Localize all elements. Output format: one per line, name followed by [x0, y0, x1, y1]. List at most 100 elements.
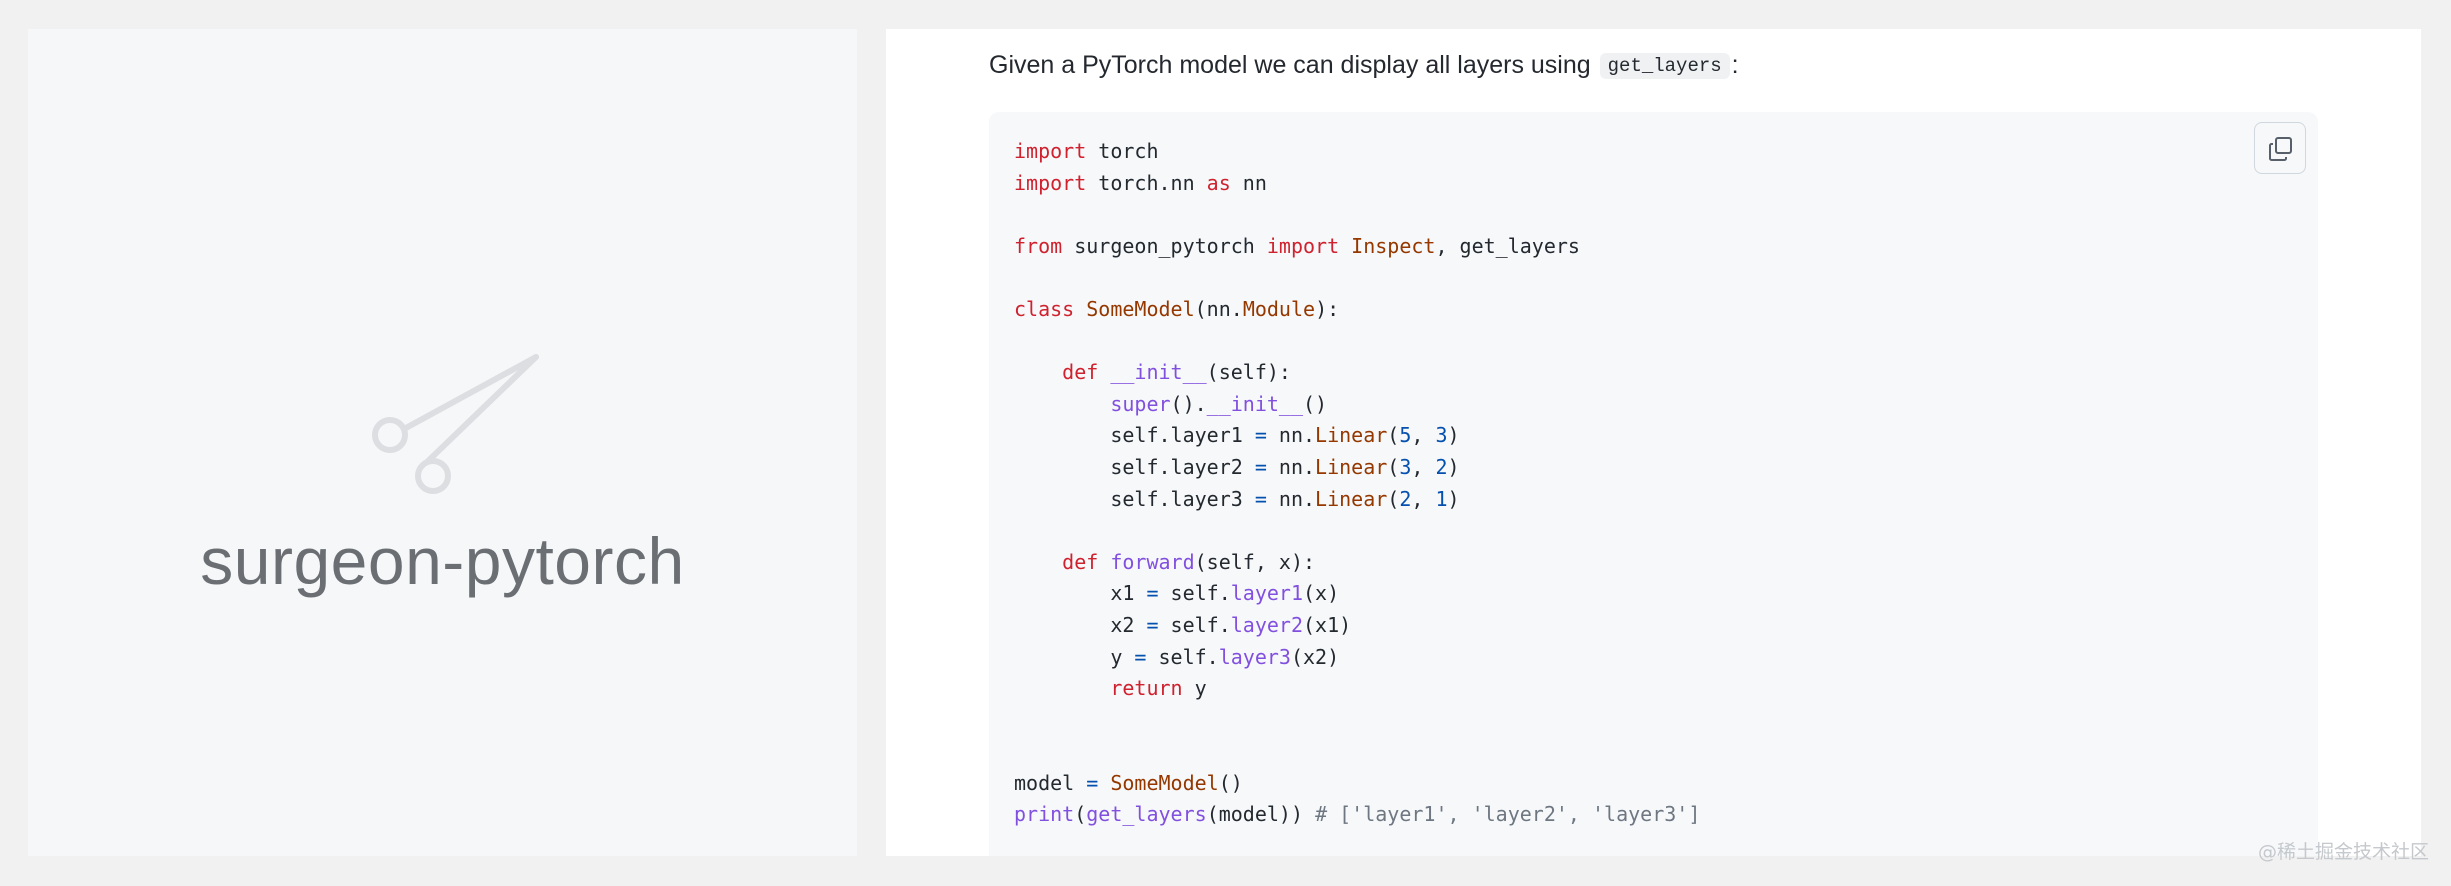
code-token: return [1110, 676, 1183, 701]
code-token: self.layer3 [1014, 486, 1255, 511]
code-token: , [1411, 486, 1436, 511]
code-token: () [1218, 770, 1243, 795]
code-token: , [1411, 454, 1436, 479]
code-token: ( [1387, 423, 1400, 448]
code-token: torch.nn [1086, 170, 1207, 195]
intro-text: Given a PyTorch model we can display all… [989, 51, 1591, 79]
code-token: self.layer2 [1014, 454, 1255, 479]
code-line: import torch [1014, 136, 1700, 168]
code-token: (nn. [1194, 296, 1243, 321]
code-token: __init__ [1110, 360, 1207, 385]
code-token: () [1303, 391, 1328, 416]
code-token: surgeon_pytorch [1062, 233, 1267, 258]
inline-code-get-layers: get_layers [1599, 53, 1730, 79]
code-token: class [1014, 296, 1075, 321]
code-token: = [1254, 486, 1267, 511]
code-token: 2 [1435, 454, 1448, 479]
copy-button[interactable] [2254, 122, 2306, 174]
code-line: self.layer3 = nn.Linear(2, 1) [1014, 484, 1700, 516]
code-token: import [1014, 170, 1087, 195]
code-block: import torch import torch.nn as nn from s… [989, 112, 2318, 856]
code-token: def [1062, 360, 1099, 385]
code-token: super [1110, 391, 1171, 416]
code-token: layer3 [1218, 644, 1291, 669]
code-token: nn. [1266, 423, 1316, 448]
code-token: y [1182, 676, 1207, 701]
code-line: x1 = self.layer1(x) [1014, 578, 1700, 610]
code-token: forward [1110, 549, 1195, 574]
code-line: model = SomeModel() [1014, 768, 1700, 800]
code-line: self.layer1 = nn.Linear(5, 3) [1014, 420, 1700, 452]
code-token: = [1254, 454, 1267, 479]
code-line: self.layer2 = nn.Linear(3, 2) [1014, 452, 1700, 484]
code-token: 5 [1399, 423, 1412, 448]
code-token: ( [1074, 802, 1087, 827]
code-token: import [1266, 233, 1340, 258]
code-token: (self, x): [1194, 549, 1316, 574]
code-line: return y [1014, 673, 1700, 705]
code-token: import [1014, 139, 1087, 163]
code-token: Inspect [1351, 233, 1436, 258]
code-token: ( [1387, 454, 1400, 479]
code-line: print(get_layers(model)) # ['layer1', 'l… [1014, 799, 1700, 831]
code-token: print [1014, 802, 1075, 827]
code-token: model [1014, 770, 1087, 795]
code-token: Linear [1315, 486, 1388, 511]
code-token: x2 [1014, 612, 1147, 637]
code-token: 3 [1435, 423, 1448, 448]
code-token: self.layer1 [1014, 423, 1255, 448]
code-token: = [1146, 612, 1159, 637]
code-token: , get_layers [1435, 233, 1580, 258]
code-token: Module [1242, 296, 1316, 321]
code-token: ) [1447, 454, 1460, 479]
code-token: SomeModel [1110, 770, 1219, 795]
code-token: (). [1170, 391, 1207, 416]
code-line: import torch.nn as nn [1014, 168, 1700, 200]
code-token: layer2 [1230, 612, 1303, 637]
code-token: ): [1315, 296, 1340, 321]
intro-suffix: : [1731, 51, 1739, 79]
code-token: self. [1146, 644, 1219, 669]
code-token: ) [1447, 423, 1460, 448]
code-token: self. [1158, 612, 1231, 637]
code-token: = [1254, 423, 1267, 448]
code-line: super().__init__() [1014, 389, 1700, 421]
code-token: # ['layer1', 'layer2', 'layer3'] [1315, 802, 1701, 827]
code-token: nn. [1266, 486, 1316, 511]
code-token: x1 [1014, 581, 1147, 606]
code-token: (x) [1303, 581, 1340, 606]
content-panel: Given a PyTorch model we can display all… [886, 29, 2421, 856]
code-token: (model)) [1206, 802, 1316, 827]
code-token: (x2) [1290, 644, 1340, 669]
code-token: SomeModel [1086, 296, 1195, 321]
code-line: def forward(self, x): [1014, 547, 1700, 579]
code-token: as [1206, 170, 1231, 195]
code-content: import torch import torch.nn as nn from s… [1014, 136, 1700, 831]
copy-icon [2269, 137, 2292, 161]
code-line: class SomeModel(nn.Module): [1014, 294, 1700, 326]
code-token: nn. [1266, 454, 1316, 479]
intro-paragraph: Given a PyTorch model we can display all… [989, 51, 1739, 80]
logo-panel: surgeon-pytorch [28, 29, 857, 856]
code-token: Linear [1315, 423, 1388, 448]
code-token: 2 [1399, 486, 1412, 511]
code-token: , [1411, 423, 1436, 448]
code-token: 3 [1399, 454, 1412, 479]
watermark: @稀土掘金技术社区 [2257, 841, 2429, 863]
code-token: self. [1158, 581, 1231, 606]
code-token: (x1) [1303, 612, 1352, 637]
code-token: (self): [1206, 360, 1291, 385]
code-token: nn [1230, 170, 1267, 195]
